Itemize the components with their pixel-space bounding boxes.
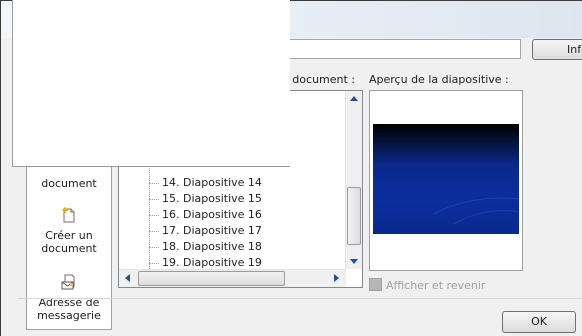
tree-item[interactable]: 14. Diapositive 14 <box>149 175 262 191</box>
tree-item[interactable]: 17. Diapositive 17 <box>149 223 262 239</box>
nav-place-in-document-label: document <box>41 177 97 190</box>
show-and-return-option[interactable]: Afficher et revenir <box>369 278 485 292</box>
horizontal-scroll-thumb[interactable] <box>138 271 285 286</box>
nav-create-document[interactable]: Créer un document <box>27 207 111 255</box>
overlay-popup <box>12 0 290 167</box>
email-address-icon <box>27 274 111 294</box>
tree-item-label: 15. Diapositive 15 <box>162 192 262 205</box>
show-and-return-checkbox[interactable] <box>369 278 382 291</box>
tree-item-label: 14. Diapositive 14 <box>162 176 262 189</box>
horizontal-scrollbar[interactable] <box>119 269 346 287</box>
scroll-up-icon[interactable] <box>350 96 358 101</box>
tree-item[interactable]: 18. Diapositive 18 <box>149 239 262 255</box>
address-input[interactable] <box>285 39 521 59</box>
tree-item-label: 16. Diapositive 16 <box>162 208 262 221</box>
tree-item[interactable]: 16. Diapositive 16 <box>149 207 262 223</box>
nav-create-document-line2: document <box>41 242 97 255</box>
tree-item-label: 18. Diapositive 18 <box>162 240 262 253</box>
scroll-right-icon[interactable] <box>334 274 339 282</box>
info-button[interactable]: Info <box>532 39 582 60</box>
scroll-down-icon[interactable] <box>350 259 358 264</box>
tree-item-label: 17. Diapositive 17 <box>162 224 262 237</box>
new-document-icon <box>27 207 111 227</box>
info-button-label: Info <box>567 43 582 56</box>
tree-item[interactable]: 15. Diapositive 15 <box>149 191 262 207</box>
ok-button-label: OK <box>531 315 547 328</box>
slide-thumbnail <box>373 124 519 234</box>
slide-preview <box>369 90 523 271</box>
nav-email-line2: messagerie <box>37 309 101 322</box>
vertical-scroll-thumb[interactable] <box>347 187 361 245</box>
nav-create-document-line1: Créer un <box>45 229 93 242</box>
ok-button[interactable]: OK <box>502 311 576 333</box>
preview-label: Aperçu de la diapositive : <box>369 73 509 86</box>
tree-item-label: 19. Diapositive 19 <box>162 256 262 269</box>
nav-place-in-document[interactable]: document <box>27 177 111 190</box>
show-and-return-label: Afficher et revenir <box>386 279 486 292</box>
footer-divider <box>18 298 582 299</box>
window-edge <box>0 0 1 336</box>
scroll-left-icon[interactable] <box>125 274 130 282</box>
vertical-scrollbar[interactable] <box>345 91 362 269</box>
